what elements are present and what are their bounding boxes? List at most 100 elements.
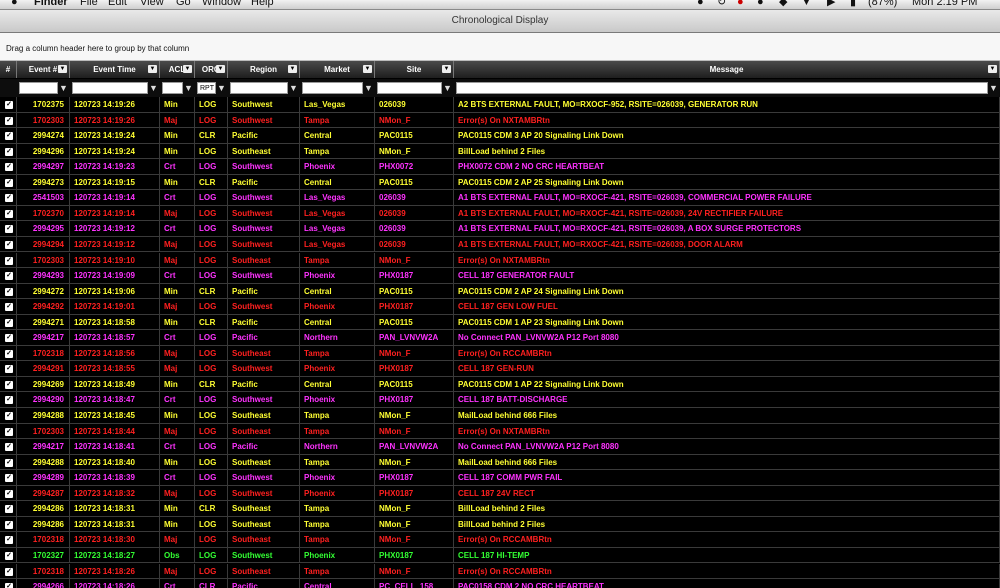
- row-select-cell[interactable]: ✓: [0, 97, 17, 112]
- column-menu-chevron-down-icon[interactable]: ▼: [148, 65, 157, 73]
- row-checkbox[interactable]: ✓: [5, 396, 13, 405]
- row-select-cell[interactable]: ✓: [0, 516, 17, 532]
- column-header-col-event-number[interactable]: Event # ▼: [17, 61, 70, 78]
- menu-edit[interactable]: Edit: [108, 0, 127, 8]
- volume-icon[interactable]: ▶: [827, 0, 835, 8]
- row-select-cell[interactable]: ✓: [0, 408, 17, 423]
- row-select-cell[interactable]: ✓: [0, 268, 17, 284]
- row-select-cell[interactable]: ✓: [0, 205, 17, 221]
- table-row[interactable]: ✓ 2541503 120723 14:19:14 Crt LOG Southwest La…: [0, 190, 1000, 206]
- table-row[interactable]: ✓ 2994295 120723 14:19:12 Crt LOG Southwest La…: [0, 221, 1000, 237]
- column-header-col-market[interactable]: Market ▼: [300, 61, 375, 78]
- row-checkbox[interactable]: ✓: [5, 520, 13, 529]
- bluetooth-icon[interactable]: ◆: [779, 0, 787, 8]
- table-row[interactable]: ✓ 2994292 120723 14:19:01 Maj LOG Southwest Ph…: [0, 299, 1000, 315]
- column-header-col-acl[interactable]: ACL ▼: [160, 61, 195, 78]
- menu-window[interactable]: Window: [202, 0, 241, 8]
- row-checkbox[interactable]: ✓: [5, 163, 13, 172]
- row-checkbox[interactable]: ✓: [5, 240, 13, 249]
- funnel-icon[interactable]: ▼: [184, 82, 193, 94]
- time-machine-icon[interactable]: ●: [697, 0, 704, 8]
- funnel-icon[interactable]: ▼: [149, 82, 158, 94]
- clock[interactable]: Mon 2:19 PM: [912, 0, 977, 8]
- table-row[interactable]: ✓ 2994271 120723 14:18:58 Min CLR Pacific Cent…: [0, 314, 1000, 331]
- row-checkbox[interactable]: ✓: [5, 334, 13, 343]
- table-row[interactable]: ✓ 1702303 120723 14:19:26 Maj LOG Southwest Ta…: [0, 112, 1000, 129]
- column-header-col-region[interactable]: Region ▼: [228, 61, 300, 78]
- table-row[interactable]: ✓ 1702318 120723 14:18:30 Maj LOG Southeast Ta…: [0, 532, 1000, 548]
- column-menu-chevron-down-icon[interactable]: ▼: [988, 65, 997, 73]
- row-checkbox[interactable]: ✓: [5, 551, 13, 560]
- row-checkbox[interactable]: ✓: [5, 272, 13, 281]
- table-row[interactable]: ✓ 2994294 120723 14:19:12 Maj LOG Southwest La…: [0, 236, 1000, 253]
- row-checkbox[interactable]: ✓: [5, 178, 13, 187]
- table-row[interactable]: ✓ 2994273 120723 14:19:15 Min CLR Pacific Cent…: [0, 174, 1000, 191]
- menu-file[interactable]: File: [80, 0, 98, 8]
- window-title-bar[interactable]: Chronological Display: [0, 10, 1000, 33]
- row-checkbox[interactable]: ✓: [5, 209, 13, 218]
- table-row[interactable]: ✓ 2994274 120723 14:19:24 Min CLR Pacific Cent…: [0, 128, 1000, 144]
- row-checkbox[interactable]: ✓: [5, 318, 13, 327]
- row-checkbox[interactable]: ✓: [5, 380, 13, 389]
- extension-icon[interactable]: ●: [757, 0, 764, 8]
- row-select-cell[interactable]: ✓: [0, 283, 17, 299]
- column-header-col-event-time[interactable]: Event Time ▼: [70, 61, 160, 78]
- column-header-col-org[interactable]: ORG ▼: [195, 61, 228, 78]
- row-checkbox[interactable]: ✓: [5, 412, 13, 420]
- table-row[interactable]: ✓ 2994272 120723 14:19:06 Min CLR Pacific Cent…: [0, 283, 1000, 300]
- column-menu-chevron-down-icon[interactable]: ▼: [288, 65, 297, 73]
- row-select-cell[interactable]: ✓: [0, 345, 17, 361]
- row-select-cell[interactable]: ✓: [0, 143, 17, 159]
- row-select-cell[interactable]: ✓: [0, 392, 17, 408]
- funnel-icon[interactable]: ▼: [217, 82, 226, 94]
- row-checkbox[interactable]: ✓: [5, 474, 13, 483]
- filter-input-col-event-time[interactable]: [72, 82, 148, 94]
- row-checkbox[interactable]: ✓: [5, 567, 13, 576]
- row-select-cell[interactable]: ✓: [0, 532, 17, 548]
- row-select-cell[interactable]: ✓: [0, 174, 17, 190]
- row-checkbox[interactable]: ✓: [5, 458, 13, 467]
- filter-input-col-site[interactable]: [377, 82, 442, 94]
- row-select-cell[interactable]: ✓: [0, 221, 17, 237]
- column-header-col-message[interactable]: Message ▼: [454, 61, 1000, 78]
- row-select-cell[interactable]: ✓: [0, 376, 17, 392]
- table-row[interactable]: ✓ 2994286 120723 14:18:31 Min LOG Southeast Ta…: [0, 516, 1000, 533]
- row-checkbox[interactable]: ✓: [5, 349, 13, 358]
- column-menu-chevron-down-icon[interactable]: ▼: [442, 65, 451, 73]
- filter-input-col-region[interactable]: [230, 82, 288, 94]
- sync-icon[interactable]: ↻: [717, 0, 726, 8]
- filter-input-col-acl[interactable]: [162, 82, 183, 94]
- table-row[interactable]: ✓ 2994288 120723 14:18:45 Min LOG Southeast Ta…: [0, 408, 1000, 424]
- row-select-cell[interactable]: ✓: [0, 314, 17, 330]
- apple-menu-icon[interactable]: ●: [11, 0, 18, 8]
- row-checkbox[interactable]: ✓: [5, 489, 13, 498]
- table-row[interactable]: ✓ 1702327 120723 14:18:27 Obs LOG Southwest Ph…: [0, 547, 1000, 564]
- row-select-cell[interactable]: ✓: [0, 501, 17, 517]
- table-row[interactable]: ✓ 2994297 120723 14:19:23 Crt LOG Southwest Ph…: [0, 159, 1000, 175]
- row-checkbox[interactable]: ✓: [5, 101, 13, 109]
- row-select-cell[interactable]: ✓: [0, 330, 17, 346]
- battery-icon[interactable]: ▮: [850, 0, 856, 8]
- menu-help[interactable]: Help: [251, 0, 274, 8]
- row-select-cell[interactable]: ✓: [0, 454, 17, 470]
- table-row[interactable]: ✓ 2994289 120723 14:18:39 Crt LOG Southwest Ph…: [0, 470, 1000, 486]
- battery-percent[interactable]: (87%): [868, 0, 897, 8]
- row-checkbox[interactable]: ✓: [5, 505, 13, 514]
- menu-finder[interactable]: Finder: [34, 0, 68, 8]
- funnel-icon[interactable]: ▼: [59, 82, 68, 94]
- filter-input-col-message[interactable]: [456, 82, 988, 94]
- table-row[interactable]: ✓ 1702375 120723 14:19:26 Min LOG Southwest La…: [0, 97, 1000, 113]
- row-checkbox[interactable]: ✓: [5, 147, 13, 156]
- row-checkbox[interactable]: ✓: [5, 225, 13, 234]
- filter-input-col-market[interactable]: [302, 82, 363, 94]
- row-select-cell[interactable]: ✓: [0, 236, 17, 252]
- row-checkbox[interactable]: ✓: [5, 256, 13, 265]
- table-row[interactable]: ✓ 2994217 120723 14:18:57 Crt LOG Pacific Nort…: [0, 330, 1000, 346]
- group-by-area[interactable]: Drag a column header here to group by th…: [0, 33, 1000, 61]
- row-select-cell[interactable]: ✓: [0, 299, 17, 315]
- table-row[interactable]: ✓ 2994287 120723 14:18:32 Maj LOG Southwest Ph…: [0, 485, 1000, 502]
- row-select-cell[interactable]: ✓: [0, 423, 17, 439]
- row-checkbox[interactable]: ✓: [5, 287, 13, 296]
- menu-go[interactable]: Go: [176, 0, 191, 8]
- table-row[interactable]: ✓ 2994291 120723 14:18:55 Maj LOG Southwest Ph…: [0, 361, 1000, 377]
